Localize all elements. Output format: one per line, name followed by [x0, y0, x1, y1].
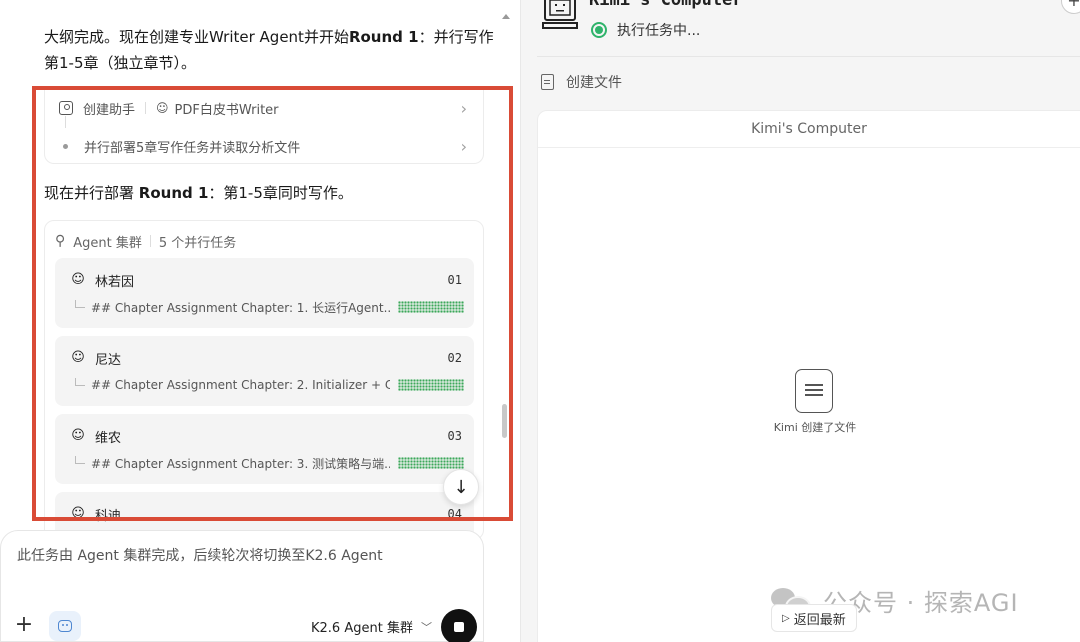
agent-task-row: ## Chapter Assignment Chapter: 3. 测试策略与端…	[75, 454, 464, 472]
agent-item[interactable]: ☺ 林若因 01 ## Chapter Assignment Chapter: …	[55, 258, 474, 328]
scroll-up-caret-icon[interactable]	[502, 14, 510, 19]
step-target: PDF白皮书Writer	[174, 102, 279, 118]
tree-connector	[65, 116, 66, 128]
agent-number: 01	[447, 273, 462, 287]
scroll-to-bottom-button[interactable]: ↓	[443, 469, 479, 505]
agent-task: ## Chapter Assignment Chapter: 1. 长运行Age…	[91, 300, 390, 315]
agent-number: 03	[447, 429, 462, 443]
agent-mode-button[interactable]	[49, 611, 81, 641]
agent-item[interactable]: ☺ 维农 03 ## Chapter Assignment Chapter: 3…	[55, 414, 474, 484]
chat-panel: 大纲完成。现在创建专业Writer Agent并开始Round 1：并行写作 第…	[0, 0, 520, 642]
agent-number: 04	[447, 507, 462, 521]
model-label: K2.6 Agent 集群	[311, 621, 413, 636]
document-icon	[541, 74, 554, 90]
model-selector[interactable]: K2.6 Agent 集群 ﹀	[311, 617, 432, 637]
heading-text: 现在并行部署	[44, 184, 139, 202]
play-icon: ▷	[782, 612, 790, 624]
bullet-icon	[63, 143, 68, 149]
divider	[538, 147, 1080, 148]
file-icon[interactable]	[795, 369, 833, 413]
swarm-icon: ⚲	[55, 233, 66, 249]
run-status: 执行任务中...	[591, 20, 700, 40]
step-label: 并行部署5章写作任务并读取分析文件	[84, 140, 301, 156]
back-latest-label: 返回最新	[793, 612, 846, 628]
tree-elbow	[75, 300, 85, 308]
window-title: Kimi's Computer	[751, 121, 867, 137]
progress-dots	[398, 379, 464, 391]
computer-icon	[542, 0, 578, 29]
agent-avatar: ☺	[71, 272, 85, 287]
status-text: 执行任务中...	[617, 23, 701, 39]
new-button[interactable]: +	[1061, 0, 1080, 14]
assistant-message: 大纲完成。现在创建专业Writer Agent并开始Round 1：并行写作 第…	[44, 24, 494, 76]
intro-bold: Round 1	[348, 28, 419, 46]
plus-icon: +	[14, 612, 34, 637]
agent-task: ## Chapter Assignment Chapter: 2. Initia…	[91, 378, 390, 392]
intro-text-tail: ：并行写作	[418, 28, 494, 46]
agent-name: 林若因	[95, 274, 135, 290]
heading-bold: Round 1	[138, 184, 209, 202]
intro-text: 大纲完成。现在创建专业Writer Agent并开始	[44, 28, 349, 46]
intro-line2: 第1-5章（独立章节）。	[44, 54, 197, 72]
agent-name-row: ☺ 维农 03	[69, 426, 462, 446]
tree-elbow	[75, 456, 85, 464]
agent-name: 尼达	[95, 352, 122, 368]
agent-task-row: ## Chapter Assignment Chapter: 1. 长运行Age…	[75, 298, 464, 316]
agent-avatar: ☺	[71, 428, 85, 443]
tree-elbow	[75, 378, 85, 386]
deploy-step[interactable]: 并行部署5章写作任务并读取分析文件 ›	[59, 132, 469, 160]
swarm-header: ⚲ Agent 集群 5 个并行任务	[55, 231, 236, 251]
arrow-down-icon: ↓	[453, 476, 469, 498]
computer-panel: Kimi's Computer 执行任务中... + 创建文件 Kimi's C…	[520, 0, 1080, 642]
agent-name: 科迪	[95, 508, 122, 524]
agent-name-row: ☺ 科迪 04	[69, 504, 462, 524]
agent-task-row: ## Chapter Assignment Chapter: 2. Initia…	[75, 376, 464, 394]
heading-text-tail: ：第1-5章同时写作。	[208, 184, 353, 202]
agent-name-row: ☺ 林若因 01	[69, 270, 462, 290]
file-caption: Kimi 创建了文件	[773, 421, 857, 434]
agent-name-row: ☺ 尼达 02	[69, 348, 462, 368]
agent-avatar: ☺	[71, 350, 85, 365]
chevron-right-icon: ›	[460, 136, 467, 156]
stop-icon	[454, 622, 464, 632]
agent-number: 02	[447, 351, 462, 365]
progress-dots	[398, 301, 464, 313]
computer-title: Kimi's Computer	[589, 0, 743, 10]
chevron-right-icon: ›	[460, 98, 467, 118]
agent-avatar: ☺	[71, 506, 85, 521]
composer-notice: 此任务由 Agent 集群完成，后续轮次将切换至K2.6 Agent	[17, 548, 383, 564]
action-text: 创建文件	[566, 75, 622, 91]
step-label: 创建助手	[83, 102, 136, 118]
robot-icon	[58, 620, 72, 632]
action-label[interactable]: 创建文件	[541, 72, 622, 92]
task-steps-card: 创建助手 ☺ PDF白皮书Writer › 并行部署5章写作任务并读取分析文件 …	[44, 86, 484, 164]
create-assistant-step[interactable]: 创建助手 ☺ PDF白皮书Writer ›	[59, 94, 469, 122]
divider	[537, 56, 1080, 57]
stop-button[interactable]	[441, 609, 477, 642]
swarm-subtitle: 5 个并行任务	[158, 235, 237, 251]
message-composer[interactable]: 此任务由 Agent 集群完成，后续轮次将切换至K2.6 Agent + K2.…	[0, 530, 484, 642]
progress-dots	[398, 457, 464, 469]
computer-window: Kimi's Computer Kimi 创建了文件	[537, 110, 1080, 642]
agent-name: 维农	[95, 430, 122, 446]
back-to-latest-button[interactable]: ▷ 返回最新	[771, 604, 857, 632]
chevron-down-icon: ﹀	[420, 620, 432, 634]
writer-avatar-icon: ☺	[156, 101, 169, 115]
round-heading: 现在并行部署 Round 1：第1-5章同时写作。	[44, 182, 353, 203]
agent-item[interactable]: ☺ 尼达 02 ## Chapter Assignment Chapter: 2…	[55, 336, 474, 406]
separator	[149, 235, 151, 247]
person-icon	[59, 101, 73, 115]
add-attachment-button[interactable]: +	[11, 613, 37, 639]
agent-swarm-card: ⚲ Agent 集群 5 个并行任务 ☺ 林若因 01 ## Chapter A…	[44, 220, 484, 540]
scrollbar-thumb[interactable]	[502, 404, 507, 438]
running-dot-icon	[591, 22, 607, 38]
swarm-title: Agent 集群	[73, 235, 142, 251]
agent-task: ## Chapter Assignment Chapter: 3. 测试策略与端…	[91, 456, 390, 471]
separator	[145, 102, 147, 114]
